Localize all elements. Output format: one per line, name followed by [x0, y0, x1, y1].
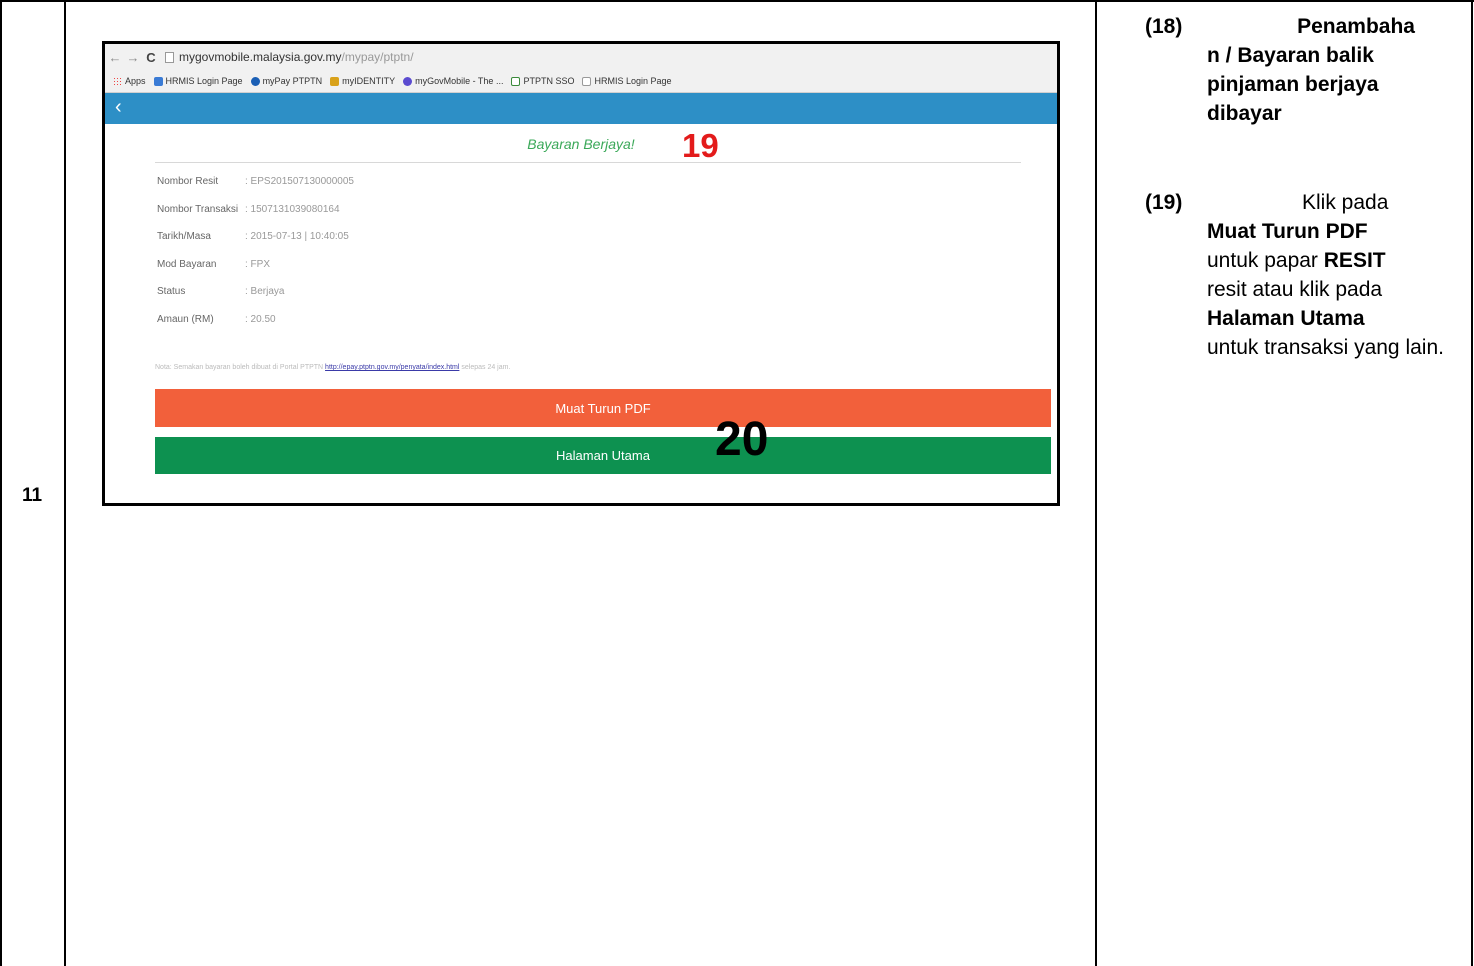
bookmark-label: myGovMobile - The ...: [415, 76, 504, 86]
bookmark-myidentity[interactable]: myIDENTITY: [330, 76, 395, 86]
instruction-19-head: (19) Klik pada: [1145, 188, 1455, 217]
bookmark-label: myIDENTITY: [342, 76, 396, 86]
home-page-button[interactable]: Halaman Utama: [155, 437, 1051, 474]
page-icon: [582, 76, 592, 86]
step-19-b1: Muat Turun PDF: [1207, 220, 1368, 243]
detail-value: : 20.50: [245, 313, 276, 325]
url-host: mygovmobile.malaysia.gov.my: [179, 50, 342, 64]
mygovmobile-icon: [403, 76, 413, 86]
note-prefix: Nota: Semakan bayaran boleh dibuat di Po…: [155, 364, 326, 371]
step-19-t1: Klik pada: [1302, 191, 1389, 214]
row-number: 11: [22, 485, 43, 506]
step-19-line2: untuk papar RESIT: [1207, 246, 1455, 275]
bookmark-label: HRMIS Login Page: [165, 76, 243, 86]
browser-address-bar: ← → C mygovmobile.malaysia.gov.my/mypay/…: [105, 44, 1057, 70]
myidentity-icon: [330, 76, 340, 86]
table-top-border: [0, 0, 1474, 2]
back-arrow-icon[interactable]: ←: [107, 50, 123, 65]
step-18-text: n / Bayaran balik pinjaman berjaya dibay…: [1207, 44, 1379, 125]
table-right-border: [1471, 0, 1473, 966]
note-suffix: selepas 24 jam.: [459, 364, 511, 371]
bookmarks-bar: Apps HRMIS Login Page myPay PTPTN myIDEN…: [105, 70, 1057, 93]
detail-label: Amaun (RM): [157, 313, 214, 325]
mypay-icon: [250, 76, 260, 86]
step-marker-19: 19: [682, 127, 719, 164]
step-19-b3: Halaman Utama: [1207, 307, 1365, 330]
detail-value: : EPS201507130000005: [245, 176, 354, 187]
bookmark-label: myPay PTPTN: [262, 76, 323, 86]
detail-label: Mod Bayaran: [157, 258, 217, 270]
detail-row: Mod Bayaran : FPX: [157, 259, 354, 287]
detail-label: Status: [157, 286, 186, 297]
step-number: (18): [1145, 15, 1183, 38]
bookmark-label: PTPTN SSO: [523, 76, 575, 86]
bookmark-hrmis[interactable]: HRMIS Login Page: [153, 76, 243, 86]
step-number: (19): [1145, 191, 1183, 214]
table-column-divider-2: [1095, 0, 1097, 966]
step-19-t2: untuk papar: [1207, 249, 1318, 272]
payment-success-title: Bayaran Berjaya!: [527, 136, 635, 152]
page-icon: [165, 51, 174, 63]
reload-icon[interactable]: C: [143, 50, 159, 65]
detail-row: Status : Berjaya: [157, 286, 354, 314]
step-19-t4: untuk transaksi yang lain.: [1207, 336, 1444, 359]
bookmark-apps[interactable]: Apps: [113, 76, 146, 86]
step-19-b2: RESIT: [1323, 249, 1386, 272]
instruction-step-18: (18) Penambaha n / Bayaran balik pinjama…: [1145, 12, 1445, 128]
step-19-t3: resit atau klik pada: [1207, 278, 1383, 301]
detail-row: Tarikh/Masa : 2015-07-13 | 10:40:05: [157, 231, 354, 259]
url-field[interactable]: mygovmobile.malaysia.gov.my/mypay/ptptn/: [179, 50, 414, 64]
bookmark-ptptn-sso[interactable]: PTPTN SSO: [511, 76, 574, 86]
detail-row: Nombor Transaksi : 1507131039080164: [157, 204, 354, 232]
bookmark-label: HRMIS Login Page: [594, 76, 672, 86]
url-path: /mypay/ptptn/: [341, 50, 414, 64]
detail-row: Nombor Resit : EPS201507130000005: [157, 176, 354, 204]
hrmis-icon: [153, 76, 163, 86]
app-header: ‹: [105, 93, 1057, 124]
download-pdf-button[interactable]: Muat Turun PDF: [155, 389, 1051, 427]
bookmark-hrmis-2[interactable]: HRMIS Login Page: [582, 76, 672, 86]
divider: [155, 162, 1021, 163]
instruction-18-body: (18) Penambaha: [1145, 12, 1445, 41]
embedded-screenshot: ← → C mygovmobile.malaysia.gov.my/mypay/…: [102, 41, 1060, 506]
detail-row: Amaun (RM) : 20.50: [157, 314, 354, 342]
ptptn-sso-icon: [511, 76, 521, 86]
instruction-19-body: Muat Turun PDF untuk papar RESIT resit a…: [1145, 217, 1455, 362]
detail-value: : 1507131039080164: [245, 203, 340, 215]
table-column-divider-1: [64, 0, 66, 966]
back-chevron-icon[interactable]: ‹: [115, 96, 122, 119]
detail-label: Nombor Transaksi: [157, 203, 239, 215]
instruction-step-19: (19) Klik pada Muat Turun PDF untuk papa…: [1145, 188, 1455, 362]
detail-label: Nombor Resit: [157, 176, 219, 187]
bookmark-mypay[interactable]: myPay PTPTN: [250, 76, 323, 86]
detail-value: : 2015-07-13 | 10:40:05: [245, 231, 349, 242]
step-marker-20: 20: [715, 413, 769, 466]
bookmark-mygovmobile[interactable]: myGovMobile - The ...: [403, 76, 503, 86]
portal-link[interactable]: http://epay.ptptn.gov.my/penyata/index.h…: [325, 364, 459, 371]
apps-grid-icon: [113, 76, 122, 86]
table-left-border: [0, 0, 2, 966]
bookmark-label: Apps: [125, 76, 146, 86]
detail-label: Tarikh/Masa: [157, 231, 211, 242]
detail-value: : FPX: [245, 258, 271, 270]
detail-value: : Berjaya: [245, 286, 285, 297]
forward-arrow-icon[interactable]: →: [125, 50, 141, 65]
receipt-details: Nombor Resit : EPS201507130000005 Nombor …: [157, 176, 354, 341]
step-18-text-first: Penambaha: [1297, 15, 1415, 38]
payment-note: Nota: Semakan bayaran boleh dibuat di Po…: [155, 364, 510, 371]
